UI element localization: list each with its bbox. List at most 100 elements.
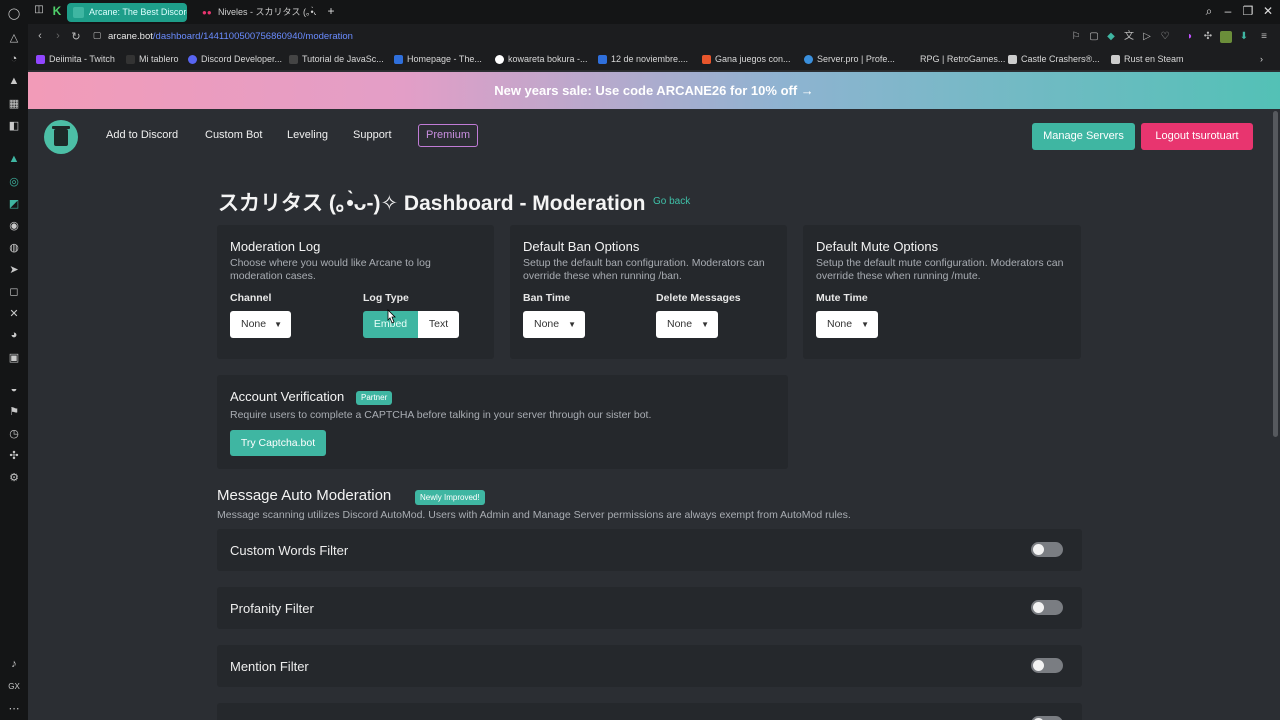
nav-add-to-discord[interactable]: Add to Discord xyxy=(106,129,178,141)
mute-options-desc: Setup the default mute configuration. Mo… xyxy=(816,257,1064,282)
vpn-icon[interactable]: ◎ xyxy=(5,172,23,190)
tab-arcane[interactable]: Arcane: The Best Discord xyxy=(67,3,187,22)
x-icon[interactable]: ✕ xyxy=(5,304,23,322)
download-icon[interactable]: ⬇ xyxy=(1238,31,1250,43)
maximize-icon[interactable]: ❐ xyxy=(1240,4,1256,18)
scrollbar-thumb[interactable] xyxy=(1273,111,1278,437)
settings-icon[interactable]: ⚙ xyxy=(5,468,23,486)
aria-icon[interactable]: △ xyxy=(5,28,23,46)
arc-icon[interactable]: ▲ xyxy=(5,150,23,168)
kick-icon[interactable]: K xyxy=(49,4,65,18)
instagram-icon[interactable]: ◻ xyxy=(5,282,23,300)
snapshot-icon[interactable]: ▢ xyxy=(1088,31,1100,43)
twitch-icon[interactable]: ◩ xyxy=(5,194,23,212)
search-tabs-icon[interactable]: ⌕ xyxy=(1201,4,1217,19)
telegram-icon[interactable]: ➤ xyxy=(5,260,23,278)
spotify-icon[interactable]: ◒ xyxy=(5,380,23,398)
site-navbar: Add to Discord Custom Bot Leveling Suppo… xyxy=(28,109,1280,165)
chevron-down-icon: ▼ xyxy=(701,320,709,329)
extension-purple-icon[interactable]: ◗ xyxy=(1184,31,1196,43)
delete-messages-select[interactable]: None ▼ xyxy=(656,311,718,338)
menu-icon[interactable]: ≡ xyxy=(1258,31,1270,43)
bookmark-item[interactable]: kowareta bokura -... xyxy=(495,54,588,64)
extensions-icon[interactable]: ✣ xyxy=(5,446,23,464)
minimize-icon[interactable]: – xyxy=(1220,4,1236,18)
channel-select[interactable]: None ▼ xyxy=(230,311,291,338)
bookmark-item[interactable]: RPG | RetroGames... xyxy=(907,54,1005,64)
bookmark-item[interactable]: Homepage - The... xyxy=(394,54,482,64)
mute-time-select[interactable]: None ▼ xyxy=(816,311,878,338)
bookmark-item[interactable]: Deiimita - Twitch xyxy=(36,54,115,64)
flow-icon[interactable]: ▲ xyxy=(5,72,23,90)
bookmarks-more-icon[interactable]: › xyxy=(1260,54,1263,64)
arcane-logo-icon[interactable] xyxy=(44,120,78,154)
bookmark-item[interactable]: Server.pro | Profe... xyxy=(804,54,895,64)
opera-logo-icon[interactable]: ◯ xyxy=(5,4,23,22)
profanity-filter-toggle[interactable] xyxy=(1031,600,1063,615)
custom-words-filter-toggle[interactable] xyxy=(1031,542,1063,557)
gamepad-icon[interactable]: ◫ xyxy=(31,4,47,15)
automod-section-title: Message Auto Moderation xyxy=(217,487,392,504)
translate-icon[interactable]: 文 xyxy=(1123,31,1135,43)
forward-icon[interactable]: › xyxy=(51,30,65,42)
bookmark-item[interactable]: Gana juegos con... xyxy=(702,54,791,64)
messenger-icon[interactable]: ◉ xyxy=(5,216,23,234)
more-icon[interactable]: ⋯ xyxy=(5,699,23,717)
clock-icon[interactable]: ◷ xyxy=(5,424,23,442)
profile-avatar-icon[interactable] xyxy=(1220,31,1232,43)
pin-icon[interactable]: ⚑ xyxy=(5,402,23,420)
workspace-icon[interactable]: ◧ xyxy=(5,116,23,134)
partner-badge: Partner xyxy=(356,391,393,405)
puzzle-icon[interactable]: ✣ xyxy=(1202,31,1214,43)
reload-icon[interactable]: ↻ xyxy=(69,30,83,43)
bookmark-item[interactable]: Tutorial de JavaSc... xyxy=(289,54,384,64)
next-filter-toggle[interactable] xyxy=(1031,716,1063,720)
try-captcha-button[interactable]: Try Captcha.bot xyxy=(230,430,326,456)
page-scrollbar[interactable] xyxy=(1271,109,1280,720)
steam-icon xyxy=(1111,55,1120,64)
promo-text[interactable]: New years sale: Use code ARCANE26 for 10… xyxy=(494,83,814,98)
history-icon[interactable]: ◔ xyxy=(5,50,23,68)
filter-label: Custom Words Filter xyxy=(230,543,349,558)
nav-custom-bot[interactable]: Custom Bot xyxy=(205,129,262,141)
tiktok-icon[interactable]: ♪ xyxy=(5,655,23,673)
tab-niveles[interactable]: ●● Niveles - スカリタス (｡•̀ᴗ-)✧ xyxy=(196,3,316,22)
manage-servers-button[interactable]: Manage Servers xyxy=(1032,123,1135,150)
new-tab-button[interactable]: + xyxy=(323,4,339,18)
favorites-icon[interactable]: ♡ xyxy=(1159,31,1171,43)
nav-support[interactable]: Support xyxy=(353,129,392,141)
lock-icon[interactable]: ▢ xyxy=(90,30,104,41)
bookmark-icon xyxy=(126,55,135,64)
nav-premium-button[interactable]: Premium xyxy=(418,124,479,147)
bookmark-item[interactable]: Castle Crashers®... xyxy=(1008,54,1100,64)
dashboard-main: スカリタス (｡•̀ᴗ-)✧ Dashboard - Moderation Go… xyxy=(28,165,1270,720)
nav-leveling[interactable]: Leveling xyxy=(287,129,328,141)
play-icon[interactable]: ▷ xyxy=(1141,31,1153,43)
gx-icon[interactable]: GX xyxy=(5,677,23,695)
moderation-log-desc: Choose where you would like Arcane to lo… xyxy=(230,257,431,282)
logout-button[interactable]: Logout tsurotuart xyxy=(1141,123,1253,150)
back-icon[interactable]: ‹ xyxy=(33,30,47,42)
bookmark-item[interactable]: Mi tablero xyxy=(126,54,179,64)
ban-time-label: Ban Time xyxy=(523,292,571,304)
ban-time-select[interactable]: None ▼ xyxy=(523,311,585,338)
bookmark-item[interactable]: Discord Developer... xyxy=(188,54,282,64)
bookmark-item[interactable]: Rust en Steam xyxy=(1111,54,1184,64)
whatsapp-icon[interactable]: ◍ xyxy=(5,238,23,256)
discord-icon[interactable]: ◕ xyxy=(5,326,23,344)
app-icon[interactable]: ▣ xyxy=(5,348,23,366)
profanity-filter-row: Profanity Filter xyxy=(217,587,1082,629)
url-field[interactable]: arcane.bot/dashboard/1441100500756860940… xyxy=(108,31,353,42)
mention-filter-toggle[interactable] xyxy=(1031,658,1063,673)
bookmark-icon xyxy=(804,55,813,64)
arcane-favicon-icon xyxy=(73,7,84,18)
adblock-icon[interactable]: ◆ xyxy=(1105,31,1117,43)
close-window-icon[interactable]: ✕ xyxy=(1260,4,1276,18)
promo-banner[interactable]: New years sale: Use code ARCANE26 for 10… xyxy=(28,72,1280,109)
pinboard-icon[interactable]: ▦ xyxy=(5,94,23,112)
log-type-text-option[interactable]: Text xyxy=(418,311,459,338)
verification-desc: Require users to complete a CAPTCHA befo… xyxy=(230,409,652,421)
bookmark-page-icon[interactable]: ⚐ xyxy=(1070,31,1082,43)
go-back-link[interactable]: Go back xyxy=(653,196,690,207)
bookmark-item[interactable]: 12 de noviembre.... xyxy=(598,54,688,64)
